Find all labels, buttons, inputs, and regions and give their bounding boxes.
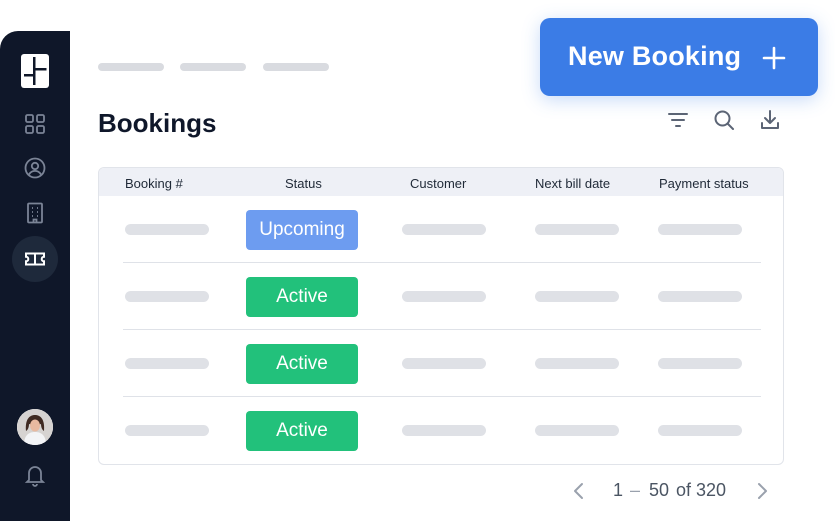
- status-badge: Active: [246, 411, 358, 451]
- download-icon[interactable]: [758, 108, 782, 132]
- bookings-table: Booking # Status Customer Next bill date…: [98, 167, 784, 465]
- cell-placeholder: [658, 291, 742, 302]
- pagination-of-label: of: [676, 480, 692, 500]
- breadcrumb-placeholder: [180, 63, 246, 71]
- cell-placeholder: [658, 425, 742, 436]
- cell-placeholder: [402, 358, 486, 369]
- status-badge: Active: [246, 344, 358, 384]
- chevron-right-icon[interactable]: [752, 480, 772, 502]
- cell-placeholder: [125, 291, 209, 302]
- search-icon[interactable]: [712, 108, 736, 132]
- page-title: Bookings: [98, 108, 217, 138]
- table-row[interactable]: Active: [99, 330, 783, 397]
- new-booking-label: New Booking: [568, 41, 742, 71]
- table-row[interactable]: Active: [99, 397, 783, 464]
- pagination-total: 320: [696, 480, 727, 500]
- filter-icon[interactable]: [666, 108, 690, 132]
- status-badge: Active: [246, 277, 358, 317]
- table-row[interactable]: Active: [99, 263, 783, 330]
- column-header-booking[interactable]: Booking #: [125, 176, 183, 191]
- user-circle-icon[interactable]: [23, 156, 47, 180]
- status-badge: Upcoming: [246, 210, 358, 250]
- column-header-status[interactable]: Status: [285, 176, 322, 191]
- cell-placeholder: [125, 425, 209, 436]
- grid-icon[interactable]: [23, 112, 47, 136]
- breadcrumb-placeholder: [98, 63, 164, 71]
- table-row[interactable]: Upcoming: [99, 196, 783, 263]
- cell-placeholder: [402, 224, 486, 235]
- plus-icon: [762, 46, 786, 70]
- cell-placeholder: [125, 224, 209, 235]
- cell-placeholder: [535, 291, 619, 302]
- pagination-end: 50: [649, 480, 670, 500]
- cell-placeholder: [535, 224, 619, 235]
- sidebar: [0, 31, 70, 521]
- cell-placeholder: [535, 425, 619, 436]
- cell-placeholder: [125, 358, 209, 369]
- cell-placeholder: [402, 425, 486, 436]
- ticket-icon[interactable]: [23, 247, 47, 271]
- new-booking-button[interactable]: New Booking: [540, 18, 818, 96]
- cell-placeholder: [658, 358, 742, 369]
- pagination-start: 1: [613, 480, 624, 500]
- breadcrumb-placeholder: [263, 63, 329, 71]
- column-header-payment-status[interactable]: Payment status: [659, 176, 749, 191]
- table-header: Booking # Status Customer Next bill date…: [99, 168, 783, 196]
- pagination-separator: –: [630, 480, 641, 500]
- avatar[interactable]: [17, 409, 53, 445]
- column-header-next-bill-date[interactable]: Next bill date: [535, 176, 610, 191]
- cell-placeholder: [535, 358, 619, 369]
- column-header-customer[interactable]: Customer: [410, 176, 466, 191]
- cell-placeholder: [658, 224, 742, 235]
- building-icon[interactable]: [23, 201, 47, 225]
- logo-icon: [21, 54, 49, 88]
- bell-icon[interactable]: [24, 463, 46, 487]
- cell-placeholder: [402, 291, 486, 302]
- chevron-left-icon[interactable]: [569, 480, 589, 502]
